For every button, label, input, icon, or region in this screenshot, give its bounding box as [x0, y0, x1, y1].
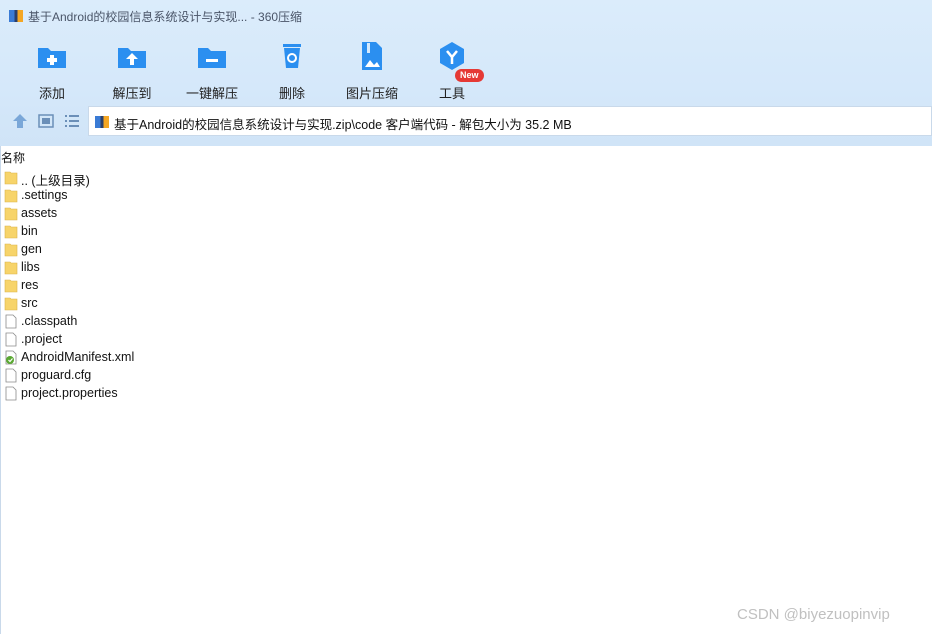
list-item[interactable]: proguard.cfg: [0, 366, 932, 384]
list-item[interactable]: bin: [0, 222, 932, 240]
image-compress-button[interactable]: 图片压缩: [332, 36, 412, 102]
list-item[interactable]: res: [0, 276, 932, 294]
list-item[interactable]: .. (上级目录): [0, 168, 932, 188]
folder-icon: [4, 207, 18, 221]
add-folder-icon: [38, 48, 66, 68]
list-item[interactable]: src: [0, 294, 932, 312]
list-item[interactable]: libs: [0, 258, 932, 276]
folder-icon: [4, 171, 18, 185]
path-address-bar[interactable]: 基于Android的校园信息系统设计与实现.zip\code 客户端代码 - 解…: [88, 106, 932, 136]
file-name: proguard.cfg: [21, 368, 92, 382]
archive-app-icon: [9, 10, 23, 22]
add-label: 添加: [38, 86, 65, 101]
image-compress-label: 图片压缩: [345, 86, 398, 101]
file-name: assets: [21, 206, 58, 220]
folder-icon: [4, 279, 18, 293]
xml-file-icon: [5, 350, 17, 365]
list-view-icon[interactable]: [63, 112, 81, 130]
document-icon: [5, 332, 17, 347]
file-name: src: [21, 296, 38, 310]
file-list: .. (上级目录) .settings assets bin gen libs …: [0, 168, 932, 402]
archive-path-icon: [95, 116, 109, 128]
one-click-extract-icon: [198, 48, 226, 68]
delete-label: 删除: [278, 86, 305, 101]
file-name: libs: [21, 260, 40, 274]
list-item[interactable]: assets: [0, 204, 932, 222]
name-column-label: 名称: [1, 151, 26, 165]
watermark: CSDN @biyezuopinvip: [737, 606, 890, 623]
tools-cube-icon: [440, 42, 464, 70]
left-divider: [0, 146, 1, 634]
folder-icon: [4, 261, 18, 275]
file-name: AndroidManifest.xml: [21, 350, 135, 364]
list-item[interactable]: project.properties: [0, 384, 932, 402]
file-name: .project: [21, 332, 62, 346]
document-icon: [5, 314, 17, 329]
file-name: res: [21, 278, 39, 292]
add-button[interactable]: 添加: [12, 36, 92, 102]
top-chrome: 基于Android的校园信息系统设计与实现... - 360压缩 添加 解压到 …: [0, 0, 932, 146]
one-click-extract-button[interactable]: 一键解压: [172, 36, 252, 102]
list-item[interactable]: gen: [0, 240, 932, 258]
file-name: project.properties: [21, 386, 118, 400]
list-item[interactable]: AndroidManifest.xml: [0, 348, 932, 366]
extract-to-label: 解压到: [112, 86, 152, 101]
folder-icon: [4, 225, 18, 239]
delete-button[interactable]: 删除: [252, 36, 332, 102]
navigation-bar: 基于Android的校园信息系统设计与实现.zip\code 客户端代码 - 解…: [0, 106, 932, 136]
file-name: .classpath: [21, 314, 78, 328]
arrow-up-icon[interactable]: [11, 112, 29, 130]
list-item[interactable]: .settings: [0, 186, 932, 204]
main-toolbar: 添加 解压到 一键解压 删除 图片压缩 工具 New: [0, 36, 932, 102]
image-compress-icon: [362, 42, 382, 70]
name-column-header[interactable]: 名称: [0, 146, 932, 166]
tools-label: 工具: [438, 86, 465, 101]
extract-to-button[interactable]: 解压到: [92, 36, 172, 102]
title-bar: 基于Android的校园信息系统设计与实现... - 360压缩: [0, 0, 932, 32]
folder-icon: [4, 297, 18, 311]
document-icon: [5, 386, 17, 401]
window-title: 基于Android的校园信息系统设计与实现... - 360压缩: [28, 10, 303, 24]
new-badge: New: [455, 69, 484, 82]
archive-path-text: 基于Android的校园信息系统设计与实现.zip\code 客户端代码 - 解…: [114, 118, 572, 132]
thumbnail-view-icon[interactable]: [37, 112, 55, 130]
list-item[interactable]: .classpath: [0, 312, 932, 330]
file-name: bin: [21, 224, 38, 238]
folder-icon: [4, 243, 18, 257]
document-icon: [5, 368, 17, 383]
file-name: gen: [21, 242, 42, 256]
file-name: .settings: [21, 188, 68, 202]
one-click-extract-label: 一键解压: [185, 86, 238, 101]
recycle-bin-icon: [283, 44, 301, 68]
folder-icon: [4, 189, 18, 203]
list-item[interactable]: .project: [0, 330, 932, 348]
extract-to-icon: [118, 48, 146, 68]
